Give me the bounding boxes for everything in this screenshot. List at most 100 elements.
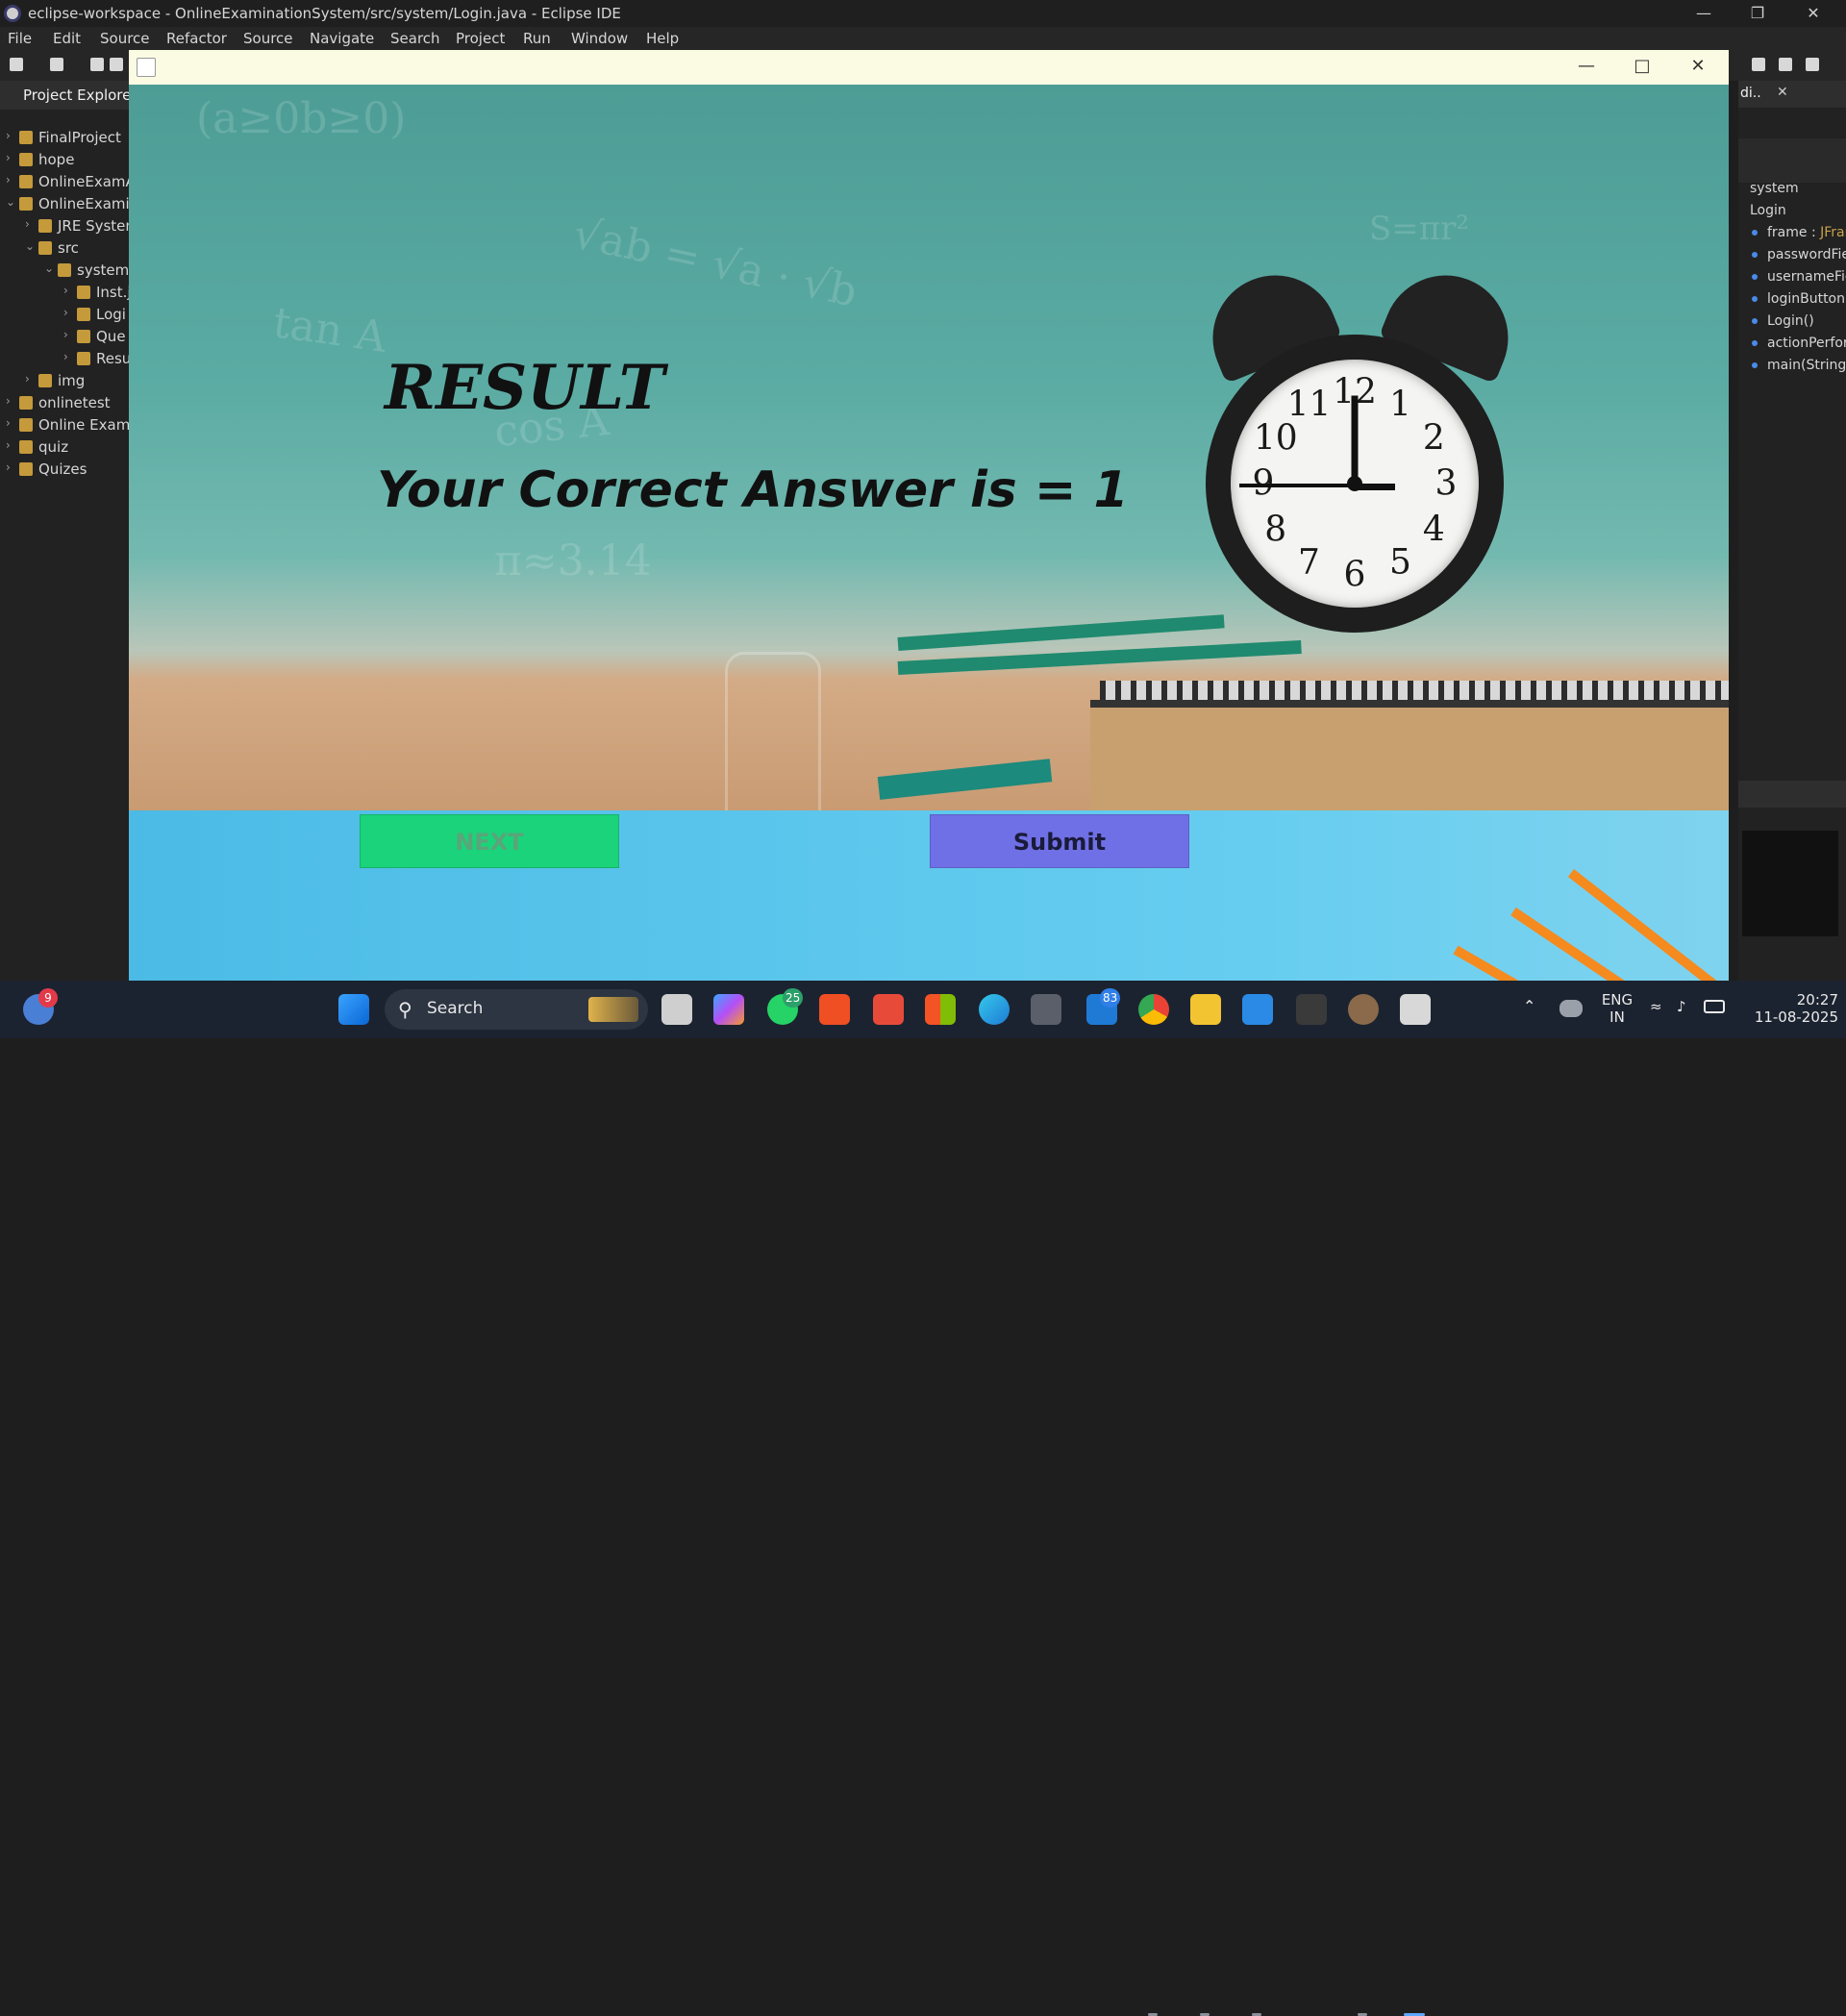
menu-navigate[interactable]: Navigate	[310, 30, 374, 47]
outline-item[interactable]: system	[1750, 181, 1799, 196]
outline-item[interactable]: actionPerfor	[1752, 336, 1846, 351]
copilot-icon[interactable]	[713, 994, 744, 1025]
store-icon[interactable]	[925, 994, 956, 1025]
tree-item-label: hope	[38, 151, 75, 168]
app-icon[interactable]	[873, 994, 904, 1025]
project-icon	[38, 374, 52, 387]
binder-clips	[877, 759, 1053, 800]
outline-item-label: frame :	[1767, 225, 1821, 240]
menu-search[interactable]: Search	[390, 30, 440, 47]
outline-item[interactable]: frame : JFran	[1752, 225, 1846, 240]
debug-perspective-icon[interactable]	[1806, 58, 1819, 71]
outline-item[interactable]: Login	[1750, 203, 1786, 218]
chevron-right-icon[interactable]: ›	[25, 372, 30, 386]
chevron-right-icon[interactable]: ›	[6, 151, 11, 164]
taskbar-search[interactable]: ⚲ Search	[385, 989, 648, 1030]
menu-edit[interactable]: Edit	[53, 30, 81, 47]
save-icon[interactable]	[90, 58, 104, 71]
java-taskbar-icon[interactable]	[1400, 994, 1431, 1025]
brave-icon[interactable]	[819, 994, 850, 1025]
chevron-down-icon[interactable]: ⌄	[6, 195, 15, 209]
start-icon[interactable]	[338, 994, 369, 1025]
restore-icon[interactable]: ❐	[1731, 0, 1784, 27]
volume-icon[interactable]: ♪	[1677, 998, 1686, 1015]
tree-item-label: Inst.j	[96, 284, 132, 301]
open-icon[interactable]	[50, 58, 63, 71]
task-view-icon[interactable]	[661, 994, 692, 1025]
chevron-right-icon[interactable]: ›	[25, 217, 30, 231]
tree-item-label: Logi	[96, 306, 126, 323]
chevron-right-icon[interactable]: ›	[6, 394, 11, 408]
menu-project[interactable]: Project	[456, 30, 505, 47]
chevron-right-icon[interactable]: ›	[6, 173, 11, 187]
chevron-right-icon[interactable]: ›	[63, 328, 68, 341]
battery-icon[interactable]	[1704, 1000, 1725, 1013]
green-pencil	[897, 614, 1225, 651]
ide-window-title: eclipse-workspace - OnlineExaminationSys…	[28, 5, 621, 22]
close-icon[interactable]: ✕	[1786, 0, 1840, 27]
clock-date[interactable]: 20:27 11-08-2025	[1742, 991, 1838, 1026]
project-explorer-header: Project Explorer	[0, 81, 137, 110]
new-icon[interactable]	[10, 58, 23, 71]
menu-refactor[interactable]: Refactor	[166, 30, 227, 47]
hourglass-image	[725, 652, 821, 810]
eclipse-taskbar-icon[interactable]	[1348, 994, 1379, 1025]
member-icon	[1752, 274, 1758, 280]
language-indicator[interactable]: ENG IN	[1598, 991, 1636, 1026]
system-date: 11-08-2025	[1754, 1008, 1838, 1026]
outline-item[interactable]: Login()	[1752, 313, 1814, 329]
app-minimize-icon[interactable]: —	[1567, 56, 1606, 79]
alarm-clock: 121234567891011	[1206, 335, 1504, 633]
search-icon: ⚲	[398, 998, 412, 1021]
file-explorer-icon[interactable]	[1190, 994, 1221, 1025]
chevron-right-icon[interactable]: ›	[63, 350, 68, 363]
onedrive-icon[interactable]	[1559, 1000, 1583, 1017]
menu-file[interactable]: File	[8, 30, 32, 47]
outline-item[interactable]: loginButton	[1752, 291, 1845, 307]
menu-help[interactable]: Help	[646, 30, 679, 47]
chevron-down-icon[interactable]: ⌄	[25, 239, 35, 253]
chevron-down-icon[interactable]: ⌄	[44, 261, 54, 275]
terminal-icon[interactable]	[1296, 994, 1327, 1025]
java-perspective-icon[interactable]	[1779, 58, 1792, 71]
show-hidden-icons-icon[interactable]: ⌃	[1523, 998, 1535, 1015]
app-close-icon[interactable]: ✕	[1679, 56, 1717, 79]
menu-run[interactable]: Run	[523, 30, 551, 47]
close-tab-icon[interactable]: ✕	[1777, 85, 1788, 100]
project-icon	[19, 153, 33, 166]
minimize-icon[interactable]: —	[1677, 0, 1731, 27]
chevron-right-icon[interactable]: ›	[6, 438, 11, 452]
project-explorer-title: Project Explorer	[23, 87, 137, 104]
menu-source-2[interactable]: Source	[243, 30, 293, 47]
chevron-right-icon[interactable]: ›	[6, 460, 11, 474]
vscode-icon[interactable]	[1242, 994, 1273, 1025]
outline-item-label: Login()	[1767, 313, 1814, 329]
app-maximize-icon[interactable]: □	[1623, 56, 1661, 79]
project-icon	[19, 131, 33, 144]
project-icon	[19, 462, 33, 476]
outline-item-label: main(String	[1767, 358, 1846, 373]
outline-item-label: Login	[1750, 203, 1786, 218]
menu-window[interactable]: Window	[571, 30, 628, 47]
app-icon[interactable]	[1031, 994, 1061, 1025]
submit-button[interactable]: Submit	[930, 814, 1189, 868]
chevron-right-icon[interactable]: ›	[63, 306, 68, 319]
menu-source[interactable]: Source	[100, 30, 150, 47]
chalk-formula: √ab = √a · √b	[568, 209, 861, 317]
outline-tab-label[interactable]: di..	[1740, 86, 1761, 101]
chevron-right-icon[interactable]: ›	[63, 284, 68, 297]
edge-icon[interactable]	[979, 994, 1010, 1025]
chrome-icon[interactable]	[1138, 994, 1169, 1025]
clock-number: 8	[1264, 510, 1287, 549]
next-button[interactable]: NEXT	[360, 814, 619, 868]
tree-item-label: Quizes	[38, 460, 87, 478]
outline-item[interactable]: usernameFie	[1752, 269, 1846, 285]
chevron-right-icon[interactable]: ›	[6, 129, 11, 142]
chevron-right-icon[interactable]: ›	[6, 416, 11, 430]
outline-item-label: passwordFie	[1767, 247, 1846, 262]
outline-item[interactable]: passwordFie	[1752, 247, 1846, 262]
perspective-icon[interactable]	[1752, 58, 1765, 71]
wifi-icon[interactable]: ≈	[1650, 998, 1662, 1015]
outline-item[interactable]: main(String	[1752, 358, 1846, 373]
save-all-icon[interactable]	[110, 58, 123, 71]
